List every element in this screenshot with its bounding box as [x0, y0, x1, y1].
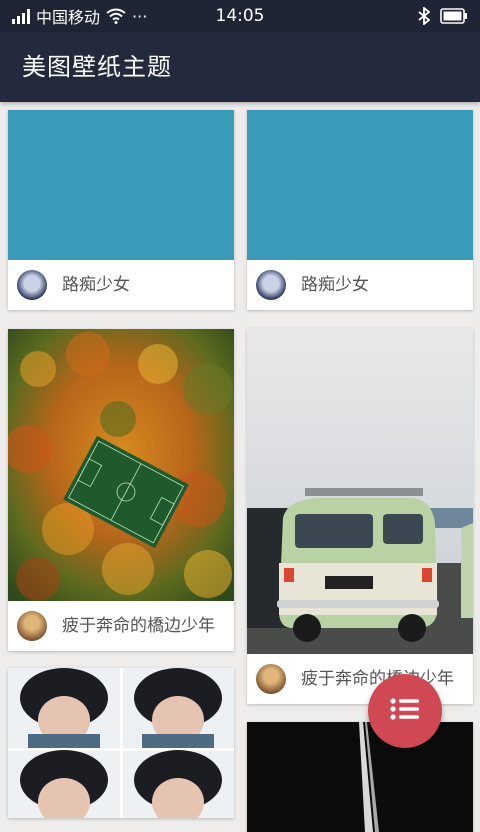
- bluetooth-icon: [418, 7, 430, 25]
- wallpaper-card[interactable]: 路痴少女: [247, 110, 473, 310]
- wallpaper-card[interactable]: 疲于奔命的橋边少年: [8, 329, 234, 651]
- status-bar: 中国移动 ··· 14:05: [0, 0, 480, 32]
- wallpaper-image[interactable]: [247, 722, 473, 832]
- card-footer: 路痴少女: [8, 260, 234, 310]
- wallpaper-card[interactable]: [8, 668, 234, 818]
- avatar[interactable]: [256, 664, 286, 694]
- menu-fab-button[interactable]: [368, 674, 442, 748]
- wallpaper-card[interactable]: 路痴少女: [8, 110, 234, 310]
- clock: 14:05: [215, 6, 265, 26]
- author-name[interactable]: 疲于奔命的橋边少年: [62, 601, 215, 651]
- wallpaper-image[interactable]: [247, 328, 473, 654]
- battery-icon: [440, 8, 468, 24]
- wallpaper-image[interactable]: [8, 329, 234, 601]
- author-name[interactable]: 路痴少女: [62, 260, 130, 310]
- wallpaper-image[interactable]: [247, 110, 473, 260]
- list-icon: [390, 698, 420, 724]
- avatar[interactable]: [17, 270, 47, 300]
- wallpaper-image[interactable]: [8, 110, 234, 260]
- app-bar: 美图壁纸主题: [0, 32, 480, 102]
- page-title: 美图壁纸主题: [22, 53, 172, 81]
- wallpaper-card[interactable]: [247, 722, 473, 832]
- card-footer: 路痴少女: [247, 260, 473, 310]
- author-name[interactable]: 路痴少女: [301, 260, 369, 310]
- avatar[interactable]: [17, 611, 47, 641]
- card-footer: 疲于奔命的橋边少年: [8, 601, 234, 651]
- wallpaper-image[interactable]: [8, 668, 234, 818]
- avatar[interactable]: [256, 270, 286, 300]
- wallpaper-card[interactable]: 疲于奔命的橋边少年: [247, 328, 473, 704]
